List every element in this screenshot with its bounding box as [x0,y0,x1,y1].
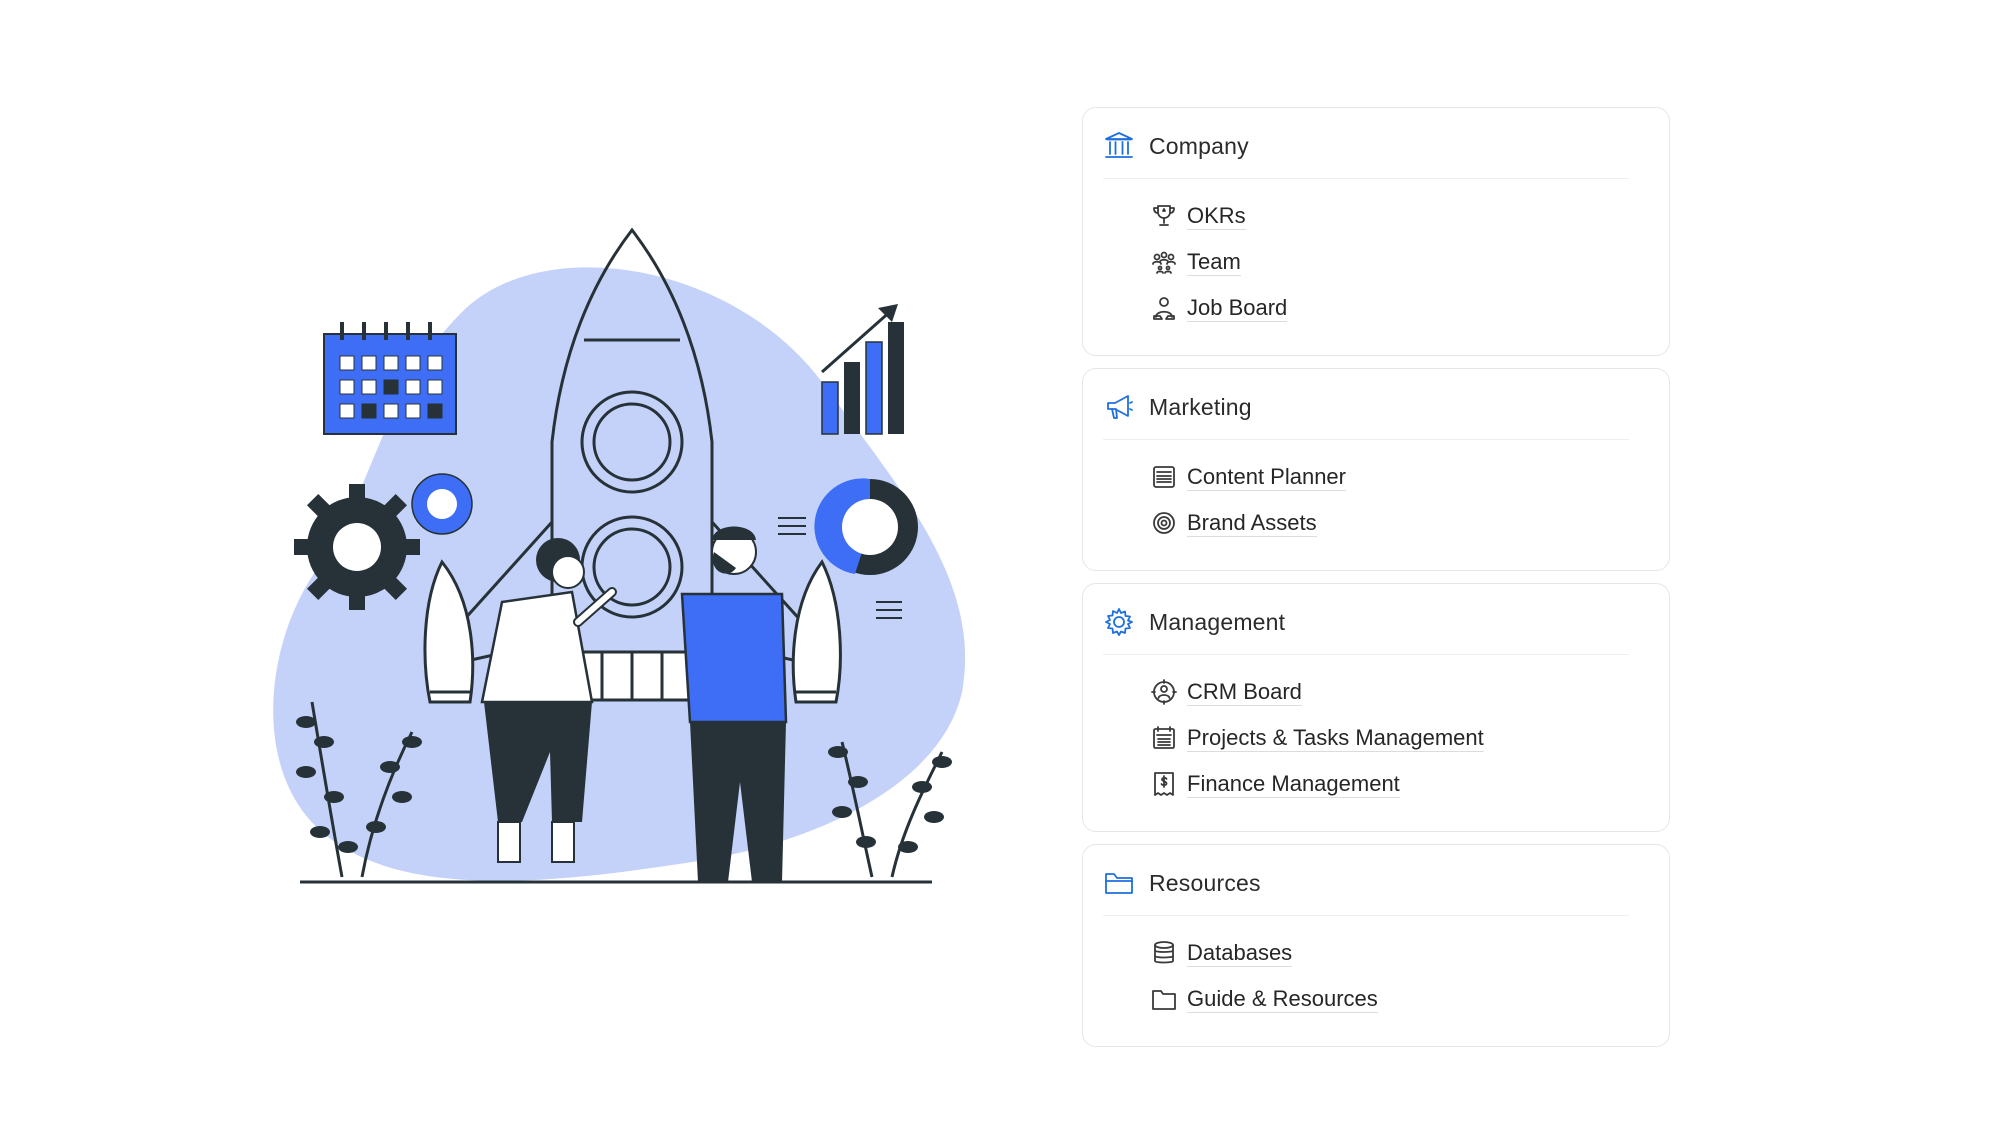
rocket-launch-illustration [273,227,966,884]
section-card-marketing: Marketing Content Planner Brand Assets [1082,368,1670,571]
section-header[interactable]: Company [1103,130,1629,179]
page-link-label: Team [1187,248,1241,277]
newspaper-icon [1151,464,1177,490]
page-link[interactable]: Finance Management [1151,761,1629,807]
section-card-company: Company OKRs Team Job Board [1082,107,1670,356]
bar-chart-graphic [821,304,904,435]
page-link-label: Job Board [1187,294,1288,323]
section-title: Company [1149,132,1249,159]
page-link-label: OKRs [1187,202,1246,231]
folder-icon [1151,986,1177,1012]
section-title: Resources [1149,869,1261,896]
page-link-label: Finance Management [1187,770,1400,799]
invoice-icon [1151,771,1177,797]
page-link[interactable]: Brand Assets [1151,500,1629,546]
page-link-label: Content Planner [1187,463,1346,492]
section-header[interactable]: Marketing [1103,391,1629,440]
section-title: Management [1149,608,1286,635]
workspace-sections: Company OKRs Team Job Board Marketing Content… [1082,107,1670,1059]
page-link[interactable]: CRM Board [1151,669,1629,715]
page-link[interactable]: Projects & Tasks Management [1151,715,1629,761]
job-person-icon [1151,295,1177,321]
megaphone-icon [1103,391,1135,423]
page-link[interactable]: Job Board [1151,285,1629,331]
calendar-graphic [323,322,457,435]
page-link-label: CRM Board [1187,678,1302,707]
database-icon [1151,940,1177,966]
section-card-resources: Resources Databases Guide & Resources [1082,844,1670,1047]
team-icon [1151,249,1177,275]
target-icon [1151,510,1177,536]
page-link[interactable]: Guide & Resources [1151,976,1629,1022]
section-header[interactable]: Resources [1103,867,1629,916]
section-card-management: Management CRM Board Projects & Tasks Mana… [1082,583,1670,832]
section-title: Marketing [1149,393,1252,420]
page-link[interactable]: Content Planner [1151,454,1629,500]
folder-open-icon [1103,867,1135,899]
gear-icon [1103,606,1135,638]
page-link-label: Projects & Tasks Management [1187,724,1484,753]
trophy-icon [1151,203,1177,229]
page-link[interactable]: OKRs [1151,193,1629,239]
customer-icon [1151,679,1177,705]
page-link-label: Brand Assets [1187,509,1317,538]
page-link-label: Guide & Resources [1187,985,1378,1014]
page-link[interactable]: Databases [1151,930,1629,976]
bank-icon [1103,130,1135,162]
page-link-label: Databases [1187,939,1293,968]
page-link[interactable]: Team [1151,239,1629,285]
section-header[interactable]: Management [1103,606,1629,655]
project-calendar-icon [1151,725,1177,751]
